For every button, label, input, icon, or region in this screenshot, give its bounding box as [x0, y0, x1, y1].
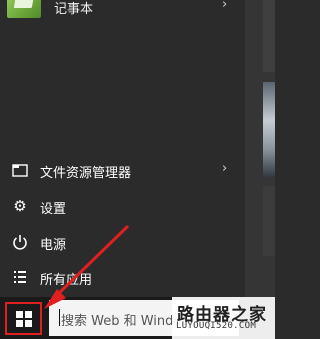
chevron-right-icon: › [222, 161, 228, 176]
app-item-notepad[interactable]: 记事本 › [0, 0, 245, 22]
tile[interactable] [263, 0, 275, 72]
menu-item-all-apps[interactable]: 所有应用 [0, 264, 245, 292]
list-icon [11, 268, 29, 286]
notepad-icon [7, 0, 41, 18]
menu-label: 电源 [40, 238, 67, 253]
menu-label: 所有应用 [40, 273, 93, 288]
watermark: 路由器之家 LUYOUQI520.COM [172, 297, 275, 339]
start-button[interactable] [5, 302, 42, 335]
menu-item-power[interactable]: 电源 [0, 229, 245, 257]
folder-icon [11, 161, 29, 179]
watermark-url: LUYOUQI520.COM [176, 321, 257, 331]
chevron-right-icon: › [222, 0, 228, 12]
photo-tile[interactable] [263, 82, 275, 178]
menu-item-settings[interactable]: ⚙ 设置 [0, 193, 245, 221]
menu-item-file-explorer[interactable]: 文件资源管理器 › [0, 157, 245, 185]
text-cursor [59, 309, 60, 326]
gear-icon: ⚙ [13, 197, 27, 215]
menu-label: 设置 [40, 202, 67, 217]
tiles-panel [245, 0, 275, 297]
windows-logo-icon [16, 311, 32, 327]
start-menu: 记事本 › 文件资源管理器 › ⚙ 设置 电源 所有应用 [0, 0, 245, 297]
power-icon [11, 233, 29, 251]
app-label: 记事本 [54, 2, 94, 17]
menu-label: 文件资源管理器 [40, 166, 132, 181]
tile[interactable] [263, 186, 275, 256]
